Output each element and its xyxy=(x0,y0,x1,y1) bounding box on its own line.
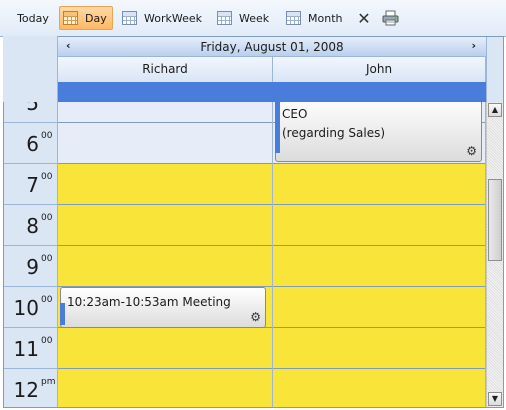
time-slot[interactable] xyxy=(58,123,272,164)
time-slot[interactable] xyxy=(273,328,485,369)
hour-label: 12 pm xyxy=(4,369,57,407)
time-slot[interactable] xyxy=(273,164,485,205)
day-grid: 10:23am-10:53am Meeting ⚙ CEO (regarding… xyxy=(58,102,486,407)
hour-label: 7 00 xyxy=(4,164,57,205)
scroll-thumb[interactable] xyxy=(488,179,502,261)
time-slot[interactable] xyxy=(58,205,272,246)
appointment-line2: (regarding Sales) xyxy=(282,126,386,140)
hour-label: 500 xyxy=(4,102,57,123)
time-slot[interactable] xyxy=(58,246,272,287)
month-view-button[interactable]: Month xyxy=(286,6,342,30)
hour-label: 8 00 xyxy=(4,205,57,246)
time-slot[interactable] xyxy=(58,102,272,123)
next-day-button[interactable]: › xyxy=(471,39,476,52)
hour-label: 11 00 xyxy=(4,328,57,369)
week-calendar-icon xyxy=(217,11,232,25)
appointment-line1: CEO xyxy=(282,107,308,121)
recurrence-icon: ⚙ xyxy=(250,310,261,324)
today-label: Today xyxy=(17,11,49,25)
workweek-calendar-icon xyxy=(122,11,137,25)
date-navigation-bar: ‹ Friday, August 01, 2008 › xyxy=(58,37,486,57)
week-view-button[interactable]: Week xyxy=(217,6,269,30)
time-slot[interactable] xyxy=(58,164,272,205)
time-slot[interactable] xyxy=(58,369,272,407)
resource-header-john: John xyxy=(273,57,486,82)
day-view-button[interactable]: Day xyxy=(59,6,113,30)
week-view-label: Week xyxy=(239,11,270,25)
print-button[interactable] xyxy=(382,6,400,30)
time-slot[interactable] xyxy=(273,287,485,328)
time-slot[interactable] xyxy=(273,246,485,287)
vertical-scrollbar[interactable]: ▲ ▼ xyxy=(486,102,503,407)
workweek-view-button[interactable]: WorkWeek xyxy=(122,6,202,30)
month-view-label: Month xyxy=(308,11,343,25)
time-slot[interactable] xyxy=(273,205,485,246)
hour-label: 10 00 xyxy=(4,287,57,328)
resource-column-richard: 10:23am-10:53am Meeting ⚙ xyxy=(58,102,273,407)
time-slot[interactable] xyxy=(58,328,272,369)
all-day-row[interactable] xyxy=(58,82,486,102)
resource-header-richard: Richard xyxy=(58,57,273,82)
month-calendar-icon xyxy=(286,11,301,25)
resource-column-john: CEO (regarding Sales) ⚙ xyxy=(273,102,486,407)
workweek-view-label: WorkWeek xyxy=(144,11,202,25)
time-column: 500 600 700 800 900 1000 1100 12pm xyxy=(4,102,58,407)
recurrence-icon: ⚙ xyxy=(466,144,477,158)
day-calendar-icon xyxy=(63,11,78,25)
hour-label: 9 00 xyxy=(4,246,57,287)
time-slot[interactable] xyxy=(273,369,485,407)
header-scroll-spacer xyxy=(486,37,503,102)
scroll-up-button[interactable]: ▲ xyxy=(488,103,502,117)
current-date-title: Friday, August 01, 2008 xyxy=(200,40,344,54)
appointment-meeting[interactable]: 10:23am-10:53am Meeting ⚙ xyxy=(60,287,266,328)
appointment-text: 10:23am-10:53am Meeting xyxy=(67,295,231,309)
printer-icon xyxy=(382,10,399,26)
appointment-ceo[interactable]: CEO (regarding Sales) ⚙ xyxy=(275,102,482,162)
day-view-label: Day xyxy=(85,11,107,25)
header-corner xyxy=(3,36,58,102)
close-icon: ✕ xyxy=(357,8,371,28)
hour-label: 6 00 xyxy=(4,123,57,164)
scroll-down-button[interactable]: ▼ xyxy=(488,392,502,406)
close-button[interactable]: ✕ xyxy=(356,6,372,30)
scheduler-toolbar: Today Day WorkWeek Week Month ✕ xyxy=(0,0,506,37)
today-button[interactable]: Today xyxy=(11,6,55,30)
